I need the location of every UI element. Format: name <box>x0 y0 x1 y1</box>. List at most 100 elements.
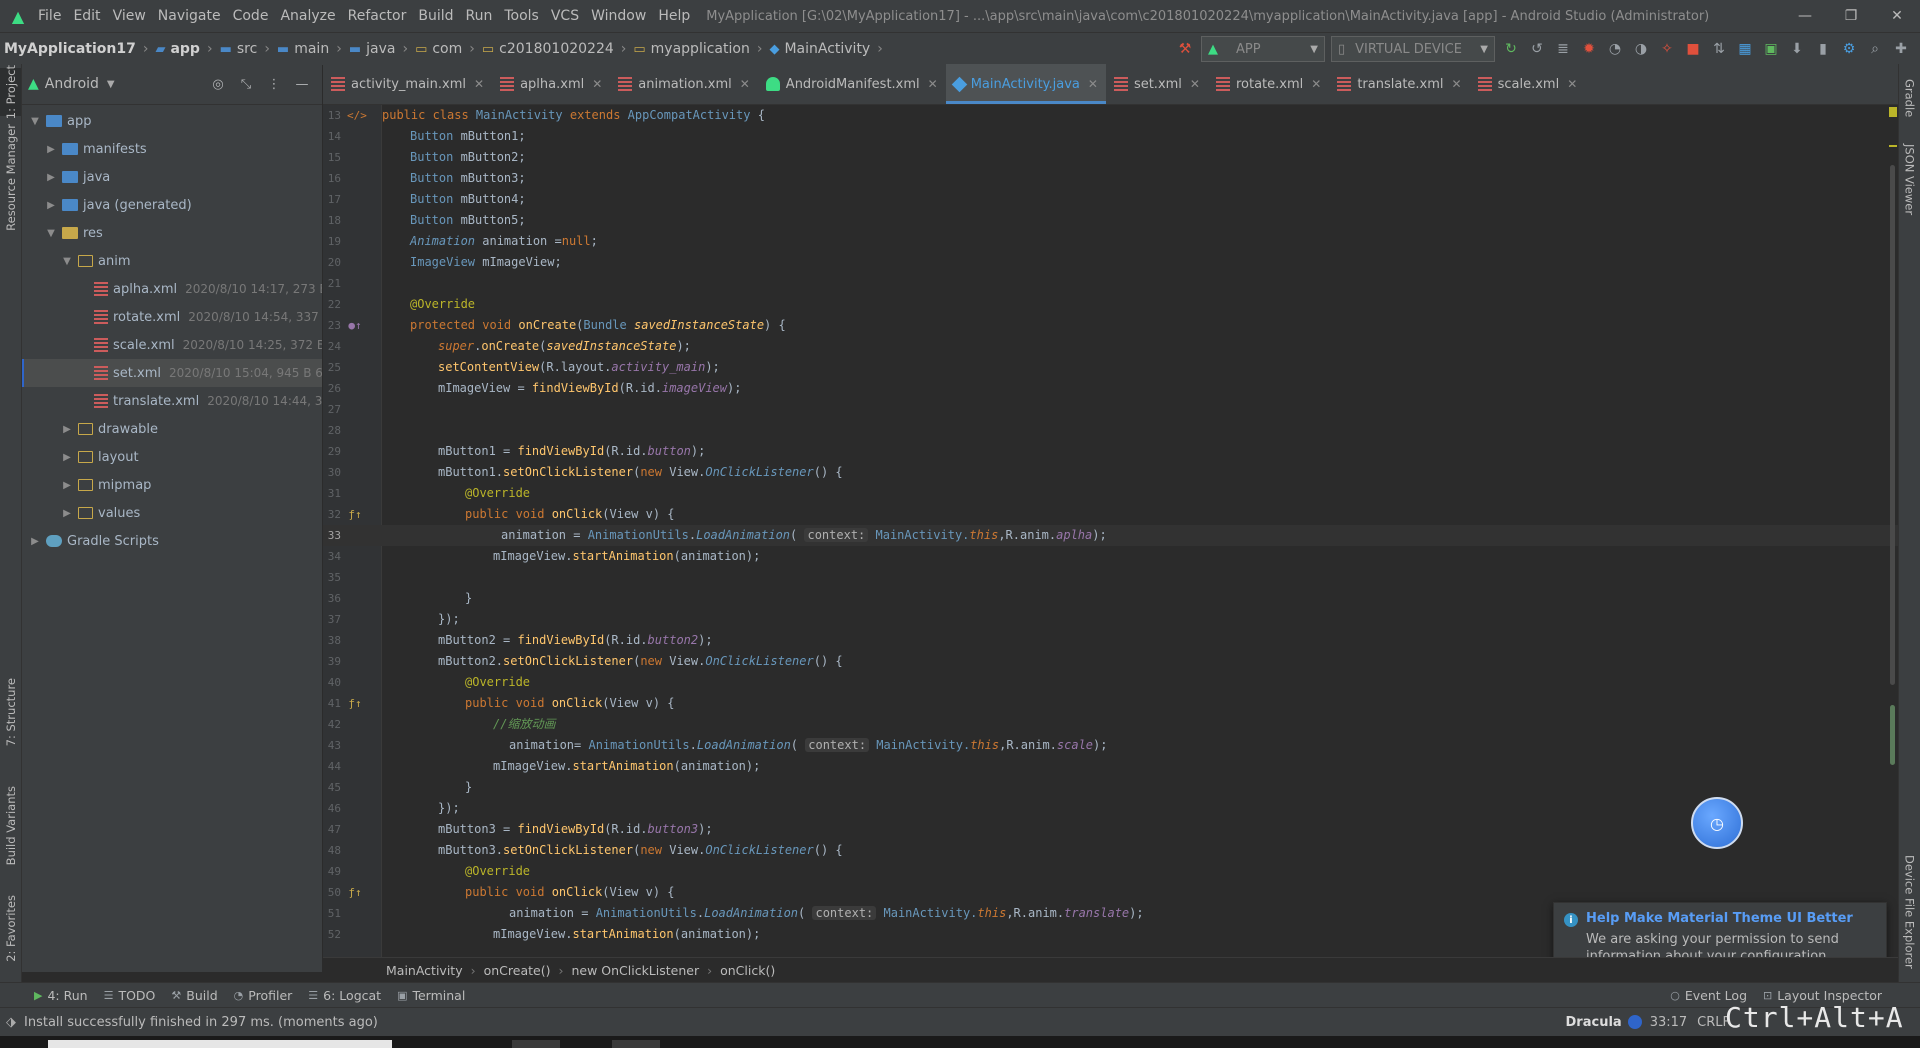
override-marker-icon[interactable]: ●↑ <box>347 315 363 336</box>
code-crumb-method[interactable]: onCreate() <box>484 963 551 978</box>
tool-terminal[interactable]: ▣ Terminal <box>389 988 473 1003</box>
project-view-select[interactable]: ▲ Android ▼ <box>28 76 115 92</box>
menu-analyze[interactable]: Analyze <box>274 0 341 32</box>
profile-icon[interactable]: ◑ <box>1628 36 1654 62</box>
notification-title-link[interactable]: Help Make Material Theme UI Better <box>1586 911 1853 926</box>
close-icon[interactable]: ✕ <box>1452 77 1462 91</box>
tab-project[interactable]: 1: Project <box>0 65 21 119</box>
restore-icon[interactable]: ❐ <box>1828 0 1874 32</box>
tree-item-gradle-scripts[interactable]: ▶ Gradle Scripts <box>22 527 322 555</box>
menu-help[interactable]: Help <box>652 0 696 32</box>
tree-item-drawable[interactable]: ▶ drawable <box>22 415 322 443</box>
avd-manager-icon[interactable]: ▮ <box>1810 36 1836 62</box>
breadcrumb-app[interactable]: ▰ app <box>151 41 204 57</box>
menu-vcs[interactable]: VCS <box>545 0 585 32</box>
sdk-manager-icon[interactable]: ⬇ <box>1784 36 1810 62</box>
minimize-icon[interactable]: — <box>1782 0 1828 32</box>
tree-item-anim[interactable]: ▼ anim <box>22 247 322 275</box>
run-configuration-select[interactable]: ▲ APP ▼ <box>1201 36 1325 62</box>
menu-edit[interactable]: Edit <box>67 0 106 32</box>
breadcrumb-main[interactable]: ▬ main <box>273 41 333 57</box>
caret-position[interactable]: 33:17 <box>1650 1015 1687 1030</box>
menu-view[interactable]: View <box>107 0 152 32</box>
tree-item-manifests[interactable]: ▶ manifests <box>22 135 322 163</box>
search-icon[interactable]: ⌕ <box>1862 36 1888 62</box>
scrollbar-thumb[interactable] <box>1890 165 1895 685</box>
attach-icon[interactable]: ≣ <box>1550 36 1576 62</box>
breadcrumb-myapplication[interactable]: ▭ myapplication <box>629 41 753 57</box>
floating-assistant-icon[interactable]: ◷ <box>1691 797 1743 849</box>
terminal-icon[interactable]: ▣ <box>1758 36 1784 62</box>
menu-refactor[interactable]: Refactor <box>342 0 413 32</box>
menu-build[interactable]: Build <box>412 0 459 32</box>
tab-json-viewer[interactable]: JSON Viewer <box>1899 140 1920 220</box>
close-icon[interactable]: ✕ <box>474 77 484 91</box>
status-message[interactable]: Install successfully finished in 297 ms.… <box>24 1015 378 1030</box>
tab-android-manifest-xml[interactable]: AndroidManifest.xml ✕ <box>758 64 946 104</box>
tab-animation-xml[interactable]: animation.xml ✕ <box>610 64 758 104</box>
code-editor[interactable]: 13 </> public class MainActivity extends A… <box>323 105 1898 957</box>
theme-name[interactable]: Dracula <box>1566 1015 1622 1030</box>
tool-todo[interactable]: ☰ TODO <box>96 988 164 1003</box>
locate-icon[interactable]: ◎ <box>204 77 232 92</box>
tab-structure[interactable]: 7: Structure <box>0 676 21 748</box>
plugin-icon[interactable]: ✚ <box>1888 36 1914 62</box>
taskbar-item[interactable] <box>48 1040 392 1048</box>
close-icon[interactable]: ✕ <box>592 77 602 91</box>
tool-logcat[interactable]: ☰ 6: Logcat <box>300 988 389 1003</box>
stop-icon[interactable]: ■ <box>1680 36 1706 62</box>
taskbar-item[interactable] <box>612 1040 660 1048</box>
breadcrumb-java[interactable]: ▬ java <box>345 41 400 57</box>
breadcrumb-mainactivity[interactable]: ◆ MainActivity <box>765 41 874 57</box>
implemented-icon[interactable]: </> <box>347 105 367 126</box>
tab-translate-xml[interactable]: translate.xml ✕ <box>1329 64 1469 104</box>
tab-mainactivity-java[interactable]: MainActivity.java ✕ <box>945 64 1107 104</box>
tree-item-layout[interactable]: ▶ layout <box>22 443 322 471</box>
tree-item-set-xml[interactable]: set.xml 2020/8/10 15:04, 945 B 6 minut <box>22 359 322 387</box>
tab-rotate-xml[interactable]: rotate.xml ✕ <box>1208 64 1329 104</box>
apply-changes-icon[interactable]: ↻ <box>1498 36 1524 62</box>
menu-file[interactable]: File <box>32 0 67 32</box>
debug-icon[interactable]: ✹ <box>1576 36 1602 62</box>
tree-item-java-generated[interactable]: ▶ java (generated) <box>22 191 322 219</box>
override-marker-icon[interactable]: ƒ↑ <box>347 504 363 525</box>
close-icon[interactable]: ✕ <box>1190 77 1200 91</box>
layout-inspector-icon[interactable]: ⚙ <box>1836 36 1862 62</box>
editor-scrollbar[interactable] <box>1887 105 1898 957</box>
menu-window[interactable]: Window <box>585 0 652 32</box>
tab-set-xml[interactable]: set.xml ✕ <box>1106 64 1208 104</box>
tab-activity-main-xml[interactable]: activity_main.xml ✕ <box>323 64 492 104</box>
tab-scale-xml[interactable]: scale.xml ✕ <box>1470 64 1586 104</box>
warning-marker[interactable] <box>1889 107 1897 117</box>
tool-build[interactable]: ⚒ Build <box>163 988 225 1003</box>
code-crumb-anon-class[interactable]: new OnClickListener <box>571 963 699 978</box>
hide-panel-icon[interactable]: — <box>288 77 316 92</box>
breadcrumb-src[interactable]: ▬ src <box>216 41 262 57</box>
build-hammer-icon[interactable]: ⚒ <box>1172 36 1198 62</box>
tab-device-file-explorer[interactable]: Device File Explorer <box>1899 850 1920 974</box>
tree-item-app[interactable]: ▼ app <box>22 107 322 135</box>
close-icon[interactable]: ✕ <box>1088 77 1098 91</box>
close-window-icon[interactable]: ✕ <box>1874 0 1920 32</box>
more-options-icon[interactable]: ⋮ <box>260 77 288 92</box>
tab-resource-manager[interactable]: Resource Manager <box>0 122 21 232</box>
breadcrumb-package-id[interactable]: ▭ c201801020224 <box>478 41 618 57</box>
tree-item-aplha-xml[interactable]: aplha.xml 2020/8/10 14:17, 273 B 52 mi <box>22 275 322 303</box>
tool-run[interactable]: ▶ 4: Run <box>26 988 96 1003</box>
attach-debugger-icon[interactable]: ✧ <box>1654 36 1680 62</box>
tab-gradle[interactable]: Gradle <box>1899 70 1920 126</box>
tab-aplha-xml[interactable]: aplha.xml ✕ <box>492 64 610 104</box>
tree-item-rotate-xml[interactable]: rotate.xml 2020/8/10 14:54, 337 B 14 m <box>22 303 322 331</box>
collapse-all-icon[interactable]: ⤡ <box>232 77 260 92</box>
coverage-icon[interactable]: ◔ <box>1602 36 1628 62</box>
close-icon[interactable]: ✕ <box>1311 77 1321 91</box>
breadcrumb-project[interactable]: MyApplication17 <box>0 41 140 57</box>
close-icon[interactable]: ✕ <box>928 77 938 91</box>
menu-code[interactable]: Code <box>227 0 275 32</box>
tool-profiler[interactable]: ◔ Profiler <box>226 988 301 1003</box>
override-marker-icon[interactable]: ƒ↑ <box>347 882 363 903</box>
tree-item-values[interactable]: ▶ values <box>22 499 322 527</box>
code-crumb-class[interactable]: MainActivity <box>386 963 463 978</box>
tree-item-res[interactable]: ▼ res <box>22 219 322 247</box>
tree-item-translate-xml[interactable]: translate.xml 2020/8/10 14:44, 329 B 2 <box>22 387 322 415</box>
